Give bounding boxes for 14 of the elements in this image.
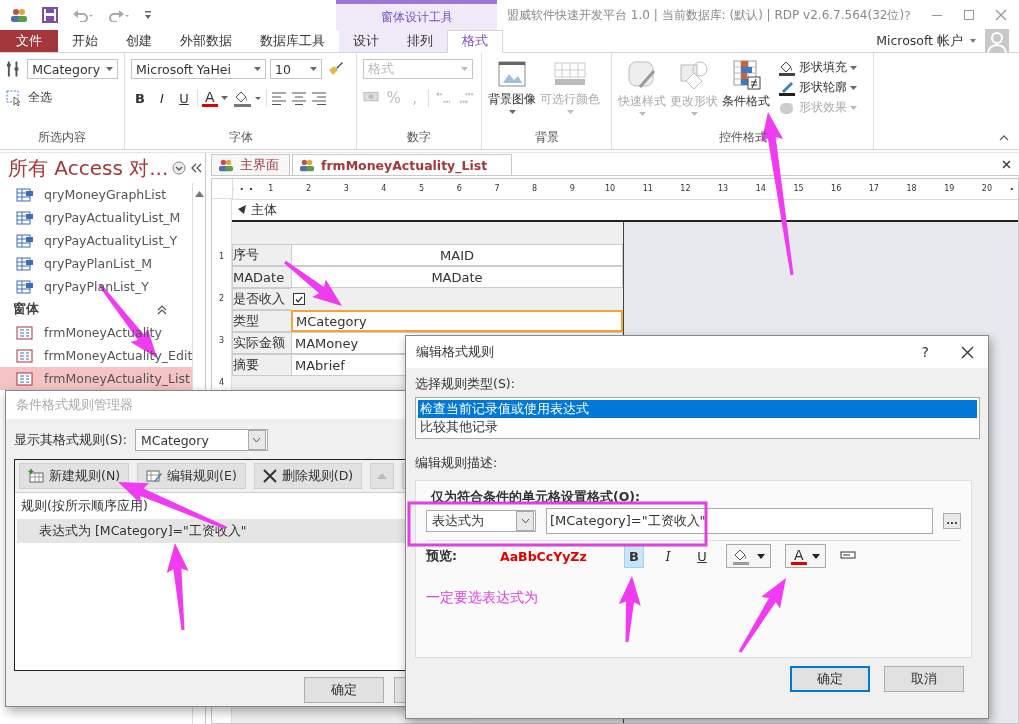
show-rules-label: 显示其格式规则(S): <box>14 431 127 449</box>
group-label: 背景 <box>534 130 559 144</box>
window-title: 盟威软件快速开发平台 1.0 | 当前数据库: (默认) | RDP v2.6.7.564(32位) <box>506 6 905 24</box>
group-label: 所选内容 <box>38 130 86 144</box>
contextual-tab-group-label: 窗体设计工具 <box>336 0 497 30</box>
rule-type-label: 选择规则类型(S): <box>415 376 516 393</box>
preview-sample: AaBbCcYyZz <box>500 548 588 564</box>
dialog-title: 编辑格式规则 <box>416 343 494 361</box>
preview-label: 预览: <box>426 547 458 565</box>
group-label: 数字 <box>407 130 431 144</box>
description-label: 编辑规则描述: <box>415 455 499 472</box>
annotation-note: 一定要选表达式为 <box>426 589 539 607</box>
group-label: 字体 <box>228 130 253 144</box>
column-header: 规则(按所示顺序应用) <box>21 497 149 515</box>
